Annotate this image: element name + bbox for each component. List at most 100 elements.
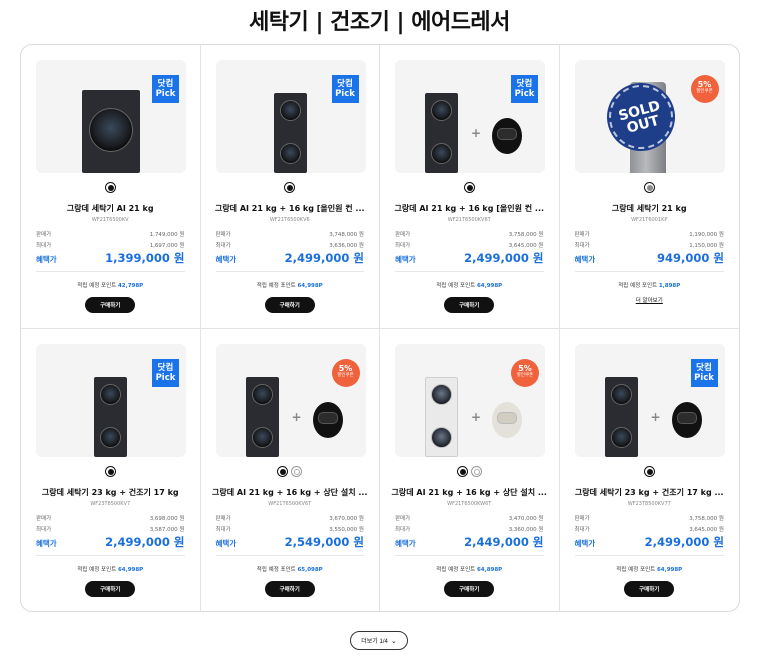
dryer-door [100, 384, 121, 405]
product-name[interactable]: 그랑데 세탁기 23 kg + 건조기 17 kg ... [568, 487, 732, 498]
product-image[interactable]: + 닷컴 Pick [574, 344, 725, 457]
color-swatch[interactable] [104, 466, 116, 477]
discount-badge: 5% 할인쿠폰 [331, 359, 360, 387]
buy-button[interactable]: 구매하기 [85, 297, 136, 313]
buy-button[interactable]: 구매하기 [264, 581, 315, 597]
plus-sign: + [471, 410, 482, 424]
buy-button[interactable]: 구매하기 [264, 297, 315, 313]
product-card[interactable]: + 닷컴 Pick 그랑데 AI 21 kg + 16 kg [올인원 컨 ... WF… [380, 45, 560, 329]
lowest-price-label: 최대가 [215, 243, 231, 249]
buy-button[interactable]: 구매하기 [444, 581, 495, 597]
reward-points: 적립 예정 포인트 42,798P [21, 281, 200, 289]
plus-sign: + [471, 126, 482, 140]
divider [215, 271, 364, 272]
color-swatch[interactable] [470, 466, 482, 477]
sale-price-label: 판매가 [215, 232, 231, 238]
sale-price-value: 3,748,000 원 [329, 232, 364, 238]
color-swatches [201, 466, 380, 477]
install-kit-image [492, 402, 522, 438]
divider [215, 555, 364, 556]
washer-door [251, 427, 273, 448]
product-name[interactable]: 그랑데 AI 21 kg + 16 kg [올인원 컨 ... [388, 203, 551, 214]
model-code: WF23T8500KV7T [627, 501, 671, 507]
color-swatch[interactable] [463, 182, 475, 193]
product-card[interactable]: 닷컴 Pick 그랑데 AI 21 kg + 16 kg [올인원 컨 ... WF2… [200, 45, 380, 329]
product-card[interactable]: +5% 할인쿠폰 그랑데 AI 21 kg + 16 kg + 상단 설치 ... W… [380, 329, 560, 611]
benefit-price-value: 1,399,000 원 [105, 251, 185, 265]
pick-badge-line2: Pick [694, 373, 714, 383]
product-image[interactable]: 닷컴 Pick [36, 60, 186, 173]
color-swatch[interactable] [284, 182, 296, 193]
pick-badge-line1: 닷컴 [157, 363, 174, 373]
sale-price-label: 판매가 [395, 516, 411, 522]
pick-badge-line1: 닷컴 [157, 79, 174, 89]
color-swatches [560, 466, 740, 477]
install-kit-image [312, 402, 343, 438]
points-label: 적립 예정 포인트 [616, 567, 656, 573]
color-swatch[interactable] [643, 466, 655, 477]
buy-button[interactable]: 구매하기 [624, 581, 675, 597]
product-image[interactable]: 닷컴 Pick [215, 60, 366, 173]
sale-price-value: 3,698,000 원 [149, 516, 185, 522]
product-card[interactable]: 닷컴 Pick 그랑데 세탁기 23 kg + 건조기 17 kg WF23T8500… [21, 329, 201, 611]
benefit-price-label: 혜택가 [574, 539, 596, 548]
product-card[interactable]: +5% 할인쿠폰그랑데 AI 21 kg + 16 kg + 상단 설치 ... W… [201, 329, 380, 611]
product-image[interactable]: +5% 할인쿠폰 [215, 344, 366, 457]
color-swatches [21, 182, 200, 193]
load-more-button[interactable]: 더보기 1/4 ⌄ [350, 631, 408, 650]
product-grid: 닷컴 Pick 그랑데 세탁기 AI 21 kg WF21T6500KV 판매가 1,74… [21, 45, 739, 611]
product-image[interactable]: + 닷컴 Pick [395, 60, 545, 173]
product-image[interactable]: 닷컴 Pick [36, 344, 186, 457]
dotcom-pick-badge: 닷컴 Pick [690, 359, 718, 387]
product-name[interactable]: 그랑데 AI 21 kg + 16 kg [올인원 컨 ... [209, 203, 372, 214]
plus-sign: + [291, 410, 302, 424]
product-name[interactable]: 그랑데 세탁기 21 kg [568, 203, 732, 214]
lowest-price-value: 3,550,000 원 [329, 527, 364, 533]
divider [574, 555, 724, 556]
color-swatch[interactable] [104, 182, 116, 193]
product-card[interactable]: + 닷컴 Pick 그랑데 세탁기 23 kg + 건조기 17 kg ... WF23… [560, 329, 740, 611]
learn-more-link[interactable]: 더 알아보기 [560, 296, 740, 304]
color-swatch[interactable] [456, 466, 468, 477]
product-name[interactable]: 그랑데 세탁기 23 kg + 건조기 17 kg [29, 487, 192, 498]
lowest-price-label: 최대가 [574, 527, 590, 533]
product-card[interactable]: 닷컴 Pick 그랑데 세탁기 AI 21 kg WF21T6500KV 판매가 1,74… [21, 45, 201, 329]
buy-button[interactable]: 구매하기 [444, 297, 495, 313]
product-image[interactable]: +5% 할인쿠폰 [395, 344, 545, 457]
benefit-price-row: 혜택가 2,499,000 원 [216, 250, 365, 266]
dryer-door [279, 100, 301, 121]
discount-label: 할인쿠폰 [337, 373, 354, 378]
benefit-price-row: 혜택가 1,399,000 원 [36, 250, 185, 266]
benefit-price-row: 혜택가 2,449,000 원 [395, 534, 544, 550]
model-code: WF21T6500KV6T [268, 501, 312, 507]
color-swatch[interactable] [643, 182, 655, 193]
sale-price-row: 판매가 1,749,000 원 [36, 230, 185, 238]
color-swatch[interactable] [291, 466, 303, 477]
product-image[interactable]: SOLD OUT 5% 할인쿠폰 [574, 60, 725, 173]
color-swatch[interactable] [277, 466, 289, 477]
lowest-price-value: 1,150,000 원 [689, 243, 724, 249]
product-card[interactable]: SOLD OUT 5% 할인쿠폰 그랑데 세탁기 21 kg WF21T6001KP 판매가… [559, 45, 740, 329]
color-swatches [201, 182, 380, 193]
product-name[interactable]: 그랑데 세탁기 AI 21 kg [29, 203, 192, 214]
points-value: 42,798P [117, 283, 144, 289]
sale-price-row: 판매가 3,698,000 원 [36, 514, 185, 522]
lowest-price-value: 3,636,000 원 [329, 243, 364, 249]
model-code: WF21T6500KV6T [447, 217, 491, 223]
discount-badge: 5% 할인쿠폰 [511, 359, 539, 387]
benefit-price-label: 혜택가 [395, 255, 416, 264]
sale-price-label: 판매가 [36, 232, 52, 238]
buy-button[interactable]: 구매하기 [85, 581, 136, 597]
lowest-price-row: 최대가 3,645,000 원 [575, 525, 725, 533]
benefit-price-label: 혜택가 [215, 255, 237, 264]
benefit-price-value: 2,499,000 원 [464, 251, 544, 265]
product-name[interactable]: 그랑데 AI 21 kg + 16 kg + 상단 설치 ... [209, 487, 372, 498]
benefit-price-row: 혜택가 2,499,000 원 [395, 250, 544, 266]
benefit-price-row: 혜택가 2,549,000 원 [216, 534, 365, 550]
product-name[interactable]: 그랑데 AI 21 kg + 16 kg + 상단 설치 ... [388, 487, 551, 498]
points-value: 64,998P [297, 283, 323, 289]
lowest-price-row: 최대가 3,645,000 원 [395, 241, 544, 249]
discount-percent: 5% [518, 364, 532, 373]
points-value: 1,898P [658, 283, 681, 289]
dryer-door [431, 100, 452, 121]
